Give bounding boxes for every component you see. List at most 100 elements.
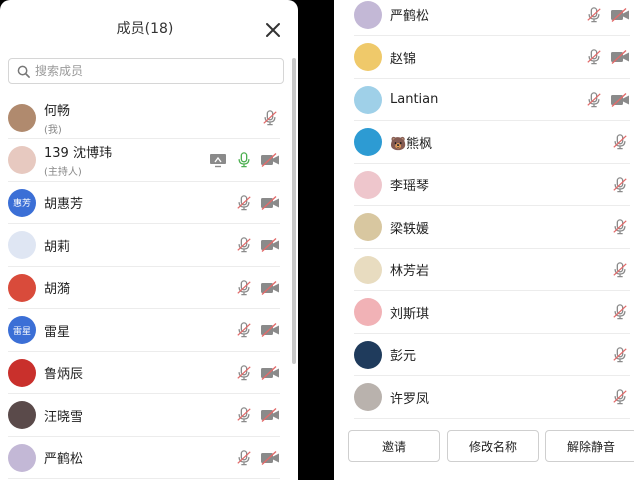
member-status-icons <box>234 279 280 296</box>
member-name: 刘斯琪 <box>390 306 430 322</box>
member-row[interactable]: 惠芳 胡惠芳 <box>8 182 280 224</box>
avatar <box>354 340 382 369</box>
member-row[interactable]: 胡莉 <box>8 225 280 267</box>
scrollbar[interactable] <box>292 58 296 364</box>
search-input[interactable] <box>35 64 265 78</box>
member-status-icons <box>610 176 630 193</box>
avatar <box>8 401 36 429</box>
mic-icon[interactable] <box>234 152 254 168</box>
member-name: 赵锦 <box>390 51 417 67</box>
member-status-icons <box>584 49 630 65</box>
member-status-icons <box>234 407 280 423</box>
member-status-icons <box>234 322 280 338</box>
member-status-icons <box>610 346 630 363</box>
member-row[interactable]: 汪晓雪 <box>8 395 280 437</box>
member-name: 🐻熊枫 <box>390 136 433 152</box>
member-name: 鲁炳辰 <box>44 367 84 382</box>
mic-muted-icon[interactable] <box>234 407 254 423</box>
member-row[interactable]: 林芳岩 <box>354 249 630 291</box>
avatar: 雷星 <box>8 316 36 344</box>
avatar <box>8 273 36 302</box>
panel-title: 成员(18) <box>116 21 174 37</box>
mic-muted-icon[interactable] <box>234 364 254 381</box>
unmute-button[interactable]: 解除静音 <box>545 430 634 462</box>
member-row[interactable]: Lantian <box>354 79 630 121</box>
avatar <box>354 383 382 411</box>
mic-muted-icon[interactable] <box>610 134 630 150</box>
member-status-icons <box>584 91 630 108</box>
invite-button[interactable]: 邀请 <box>348 430 440 462</box>
member-name: 李瑶琴 <box>390 179 430 194</box>
video-off-icon[interactable] <box>260 322 280 338</box>
member-row[interactable]: 许罗凤 <box>354 377 630 419</box>
close-icon[interactable] <box>263 20 283 40</box>
avatar <box>354 85 382 114</box>
member-row[interactable]: 严鹤松 <box>354 0 630 36</box>
member-status-icons <box>610 304 630 320</box>
mic-muted-icon[interactable] <box>610 304 630 320</box>
member-row[interactable]: 139 沈博玮 (主持人) <box>8 140 280 182</box>
member-role: (我) <box>44 124 62 136</box>
mic-muted-icon[interactable] <box>234 279 254 296</box>
mic-muted-icon[interactable] <box>234 237 254 253</box>
member-role: (主持人) <box>44 167 82 178</box>
member-row[interactable]: 梁轶媛 <box>354 207 630 249</box>
video-off-icon[interactable] <box>610 49 630 65</box>
mic-muted-icon[interactable] <box>234 194 254 211</box>
member-name: 胡漪 <box>44 282 71 297</box>
mic-muted-icon[interactable] <box>584 6 604 23</box>
member-row[interactable]: 雷星 雷星 <box>8 310 280 352</box>
member-row[interactable]: 李瑶琴 <box>354 164 630 206</box>
member-status-icons <box>234 449 280 466</box>
avatar <box>354 170 382 199</box>
video-off-icon[interactable] <box>610 7 630 23</box>
avatar <box>8 443 36 472</box>
member-name: 严鹤松 <box>44 452 84 467</box>
member-row[interactable]: 何畅 (我) <box>8 97 280 139</box>
mic-muted-icon[interactable] <box>610 261 630 278</box>
member-list-panel-scrolled: 严鹤松赵锦 Lantian 🐻熊枫李瑶琴梁轶媛 林芳岩刘斯琪彭元 许罗凤 邀请 修改名称… <box>334 0 634 480</box>
avatar <box>8 146 36 174</box>
mic-muted-icon[interactable] <box>260 109 280 126</box>
member-status-icons <box>584 6 630 23</box>
member-row[interactable]: 胡漪 <box>8 267 280 309</box>
video-off-icon[interactable] <box>260 195 280 211</box>
member-name: 何畅 <box>44 103 71 119</box>
member-row[interactable]: 🐻熊枫 <box>354 122 630 164</box>
mic-muted-icon[interactable] <box>234 322 254 338</box>
member-name: Lantian <box>390 92 439 107</box>
avatar <box>354 0 382 29</box>
member-status-icons <box>208 152 280 168</box>
member-name: 胡惠芳 <box>44 197 84 212</box>
video-off-icon[interactable] <box>260 280 280 296</box>
mic-muted-icon[interactable] <box>610 219 630 235</box>
member-name: 139 沈博玮 <box>44 146 112 161</box>
member-row[interactable]: 鲁炳辰 <box>8 352 280 394</box>
video-off-icon[interactable] <box>260 152 280 168</box>
rename-button[interactable]: 修改名称 <box>447 430 539 462</box>
member-row[interactable]: 刘斯琪 <box>354 292 630 334</box>
member-status-icons <box>610 261 630 278</box>
mic-muted-icon[interactable] <box>584 49 604 65</box>
mic-muted-icon[interactable] <box>610 176 630 193</box>
avatar <box>354 128 382 156</box>
video-off-icon[interactable] <box>610 92 630 108</box>
member-status-icons <box>260 109 280 126</box>
mic-muted-icon[interactable] <box>584 91 604 108</box>
mic-muted-icon[interactable] <box>610 389 630 405</box>
mic-muted-icon[interactable] <box>610 346 630 363</box>
member-row[interactable]: 彭元 <box>354 334 630 376</box>
video-off-icon[interactable] <box>260 365 280 381</box>
video-off-icon[interactable] <box>260 237 280 253</box>
mic-muted-icon[interactable] <box>234 449 254 466</box>
member-status-icons <box>610 134 630 150</box>
member-name: 雷星 <box>44 324 71 340</box>
member-status-icons <box>234 364 280 381</box>
member-row[interactable]: 严鹤松 <box>8 437 280 479</box>
member-row[interactable]: 赵锦 <box>354 37 630 79</box>
screen-share-icon[interactable] <box>208 152 228 168</box>
video-off-icon[interactable] <box>260 450 280 466</box>
search-box[interactable] <box>8 58 284 84</box>
member-status-icons <box>234 237 280 253</box>
video-off-icon[interactable] <box>260 407 280 423</box>
